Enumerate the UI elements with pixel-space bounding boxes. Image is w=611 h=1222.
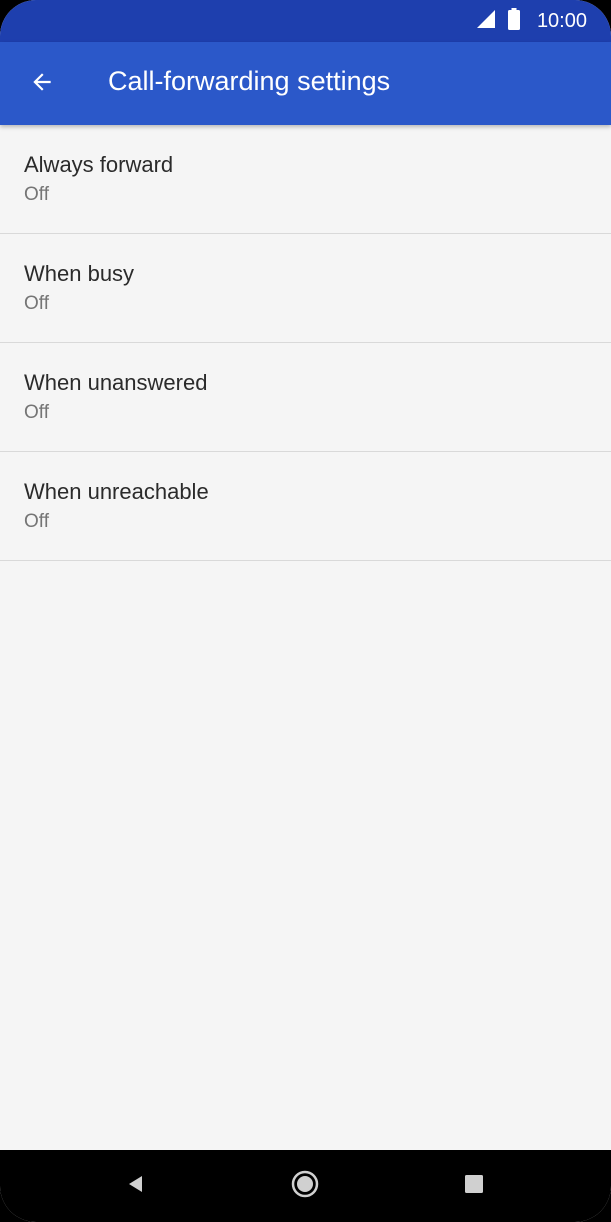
- back-button[interactable]: [14, 56, 70, 112]
- list-item-when-busy[interactable]: When busy Off: [0, 234, 611, 343]
- item-status: Off: [24, 511, 49, 532]
- navigation-bar: [0, 1150, 611, 1222]
- nav-home-button[interactable]: [285, 1166, 325, 1206]
- list-item-always-forward[interactable]: Always forward Off: [0, 125, 611, 234]
- status-icons: 10:00: [475, 7, 587, 35]
- signal-icon: [475, 8, 497, 35]
- settings-list: Always forward Off When busy Off When un…: [0, 125, 611, 561]
- nav-recents-button[interactable]: [454, 1166, 494, 1206]
- item-title: Always forward: [24, 152, 174, 177]
- phone-screen: 10:00 Call-forwarding settings Always fo…: [0, 0, 611, 1222]
- item-status: Off: [24, 184, 49, 205]
- back-triangle-icon: [126, 1174, 146, 1199]
- item-status: Off: [24, 402, 49, 423]
- home-circle-icon: [290, 1169, 320, 1204]
- battery-icon: [507, 7, 521, 35]
- app-bar: Call-forwarding settings: [0, 42, 611, 125]
- nav-back-button[interactable]: [116, 1166, 156, 1206]
- item-status: Off: [24, 293, 49, 314]
- status-bar: 10:00: [0, 0, 611, 42]
- item-title: When busy: [24, 261, 135, 286]
- list-item-when-unreachable[interactable]: When unreachable Off: [0, 452, 611, 561]
- item-title: When unanswered: [24, 370, 208, 395]
- page-title: Call-forwarding settings: [108, 66, 391, 96]
- recents-square-icon: [465, 1174, 483, 1198]
- list-item-when-unanswered[interactable]: When unanswered Off: [0, 343, 611, 452]
- status-time: 10:00: [536, 9, 587, 32]
- item-title: When unreachable: [24, 479, 209, 504]
- arrow-left-icon: [29, 69, 55, 100]
